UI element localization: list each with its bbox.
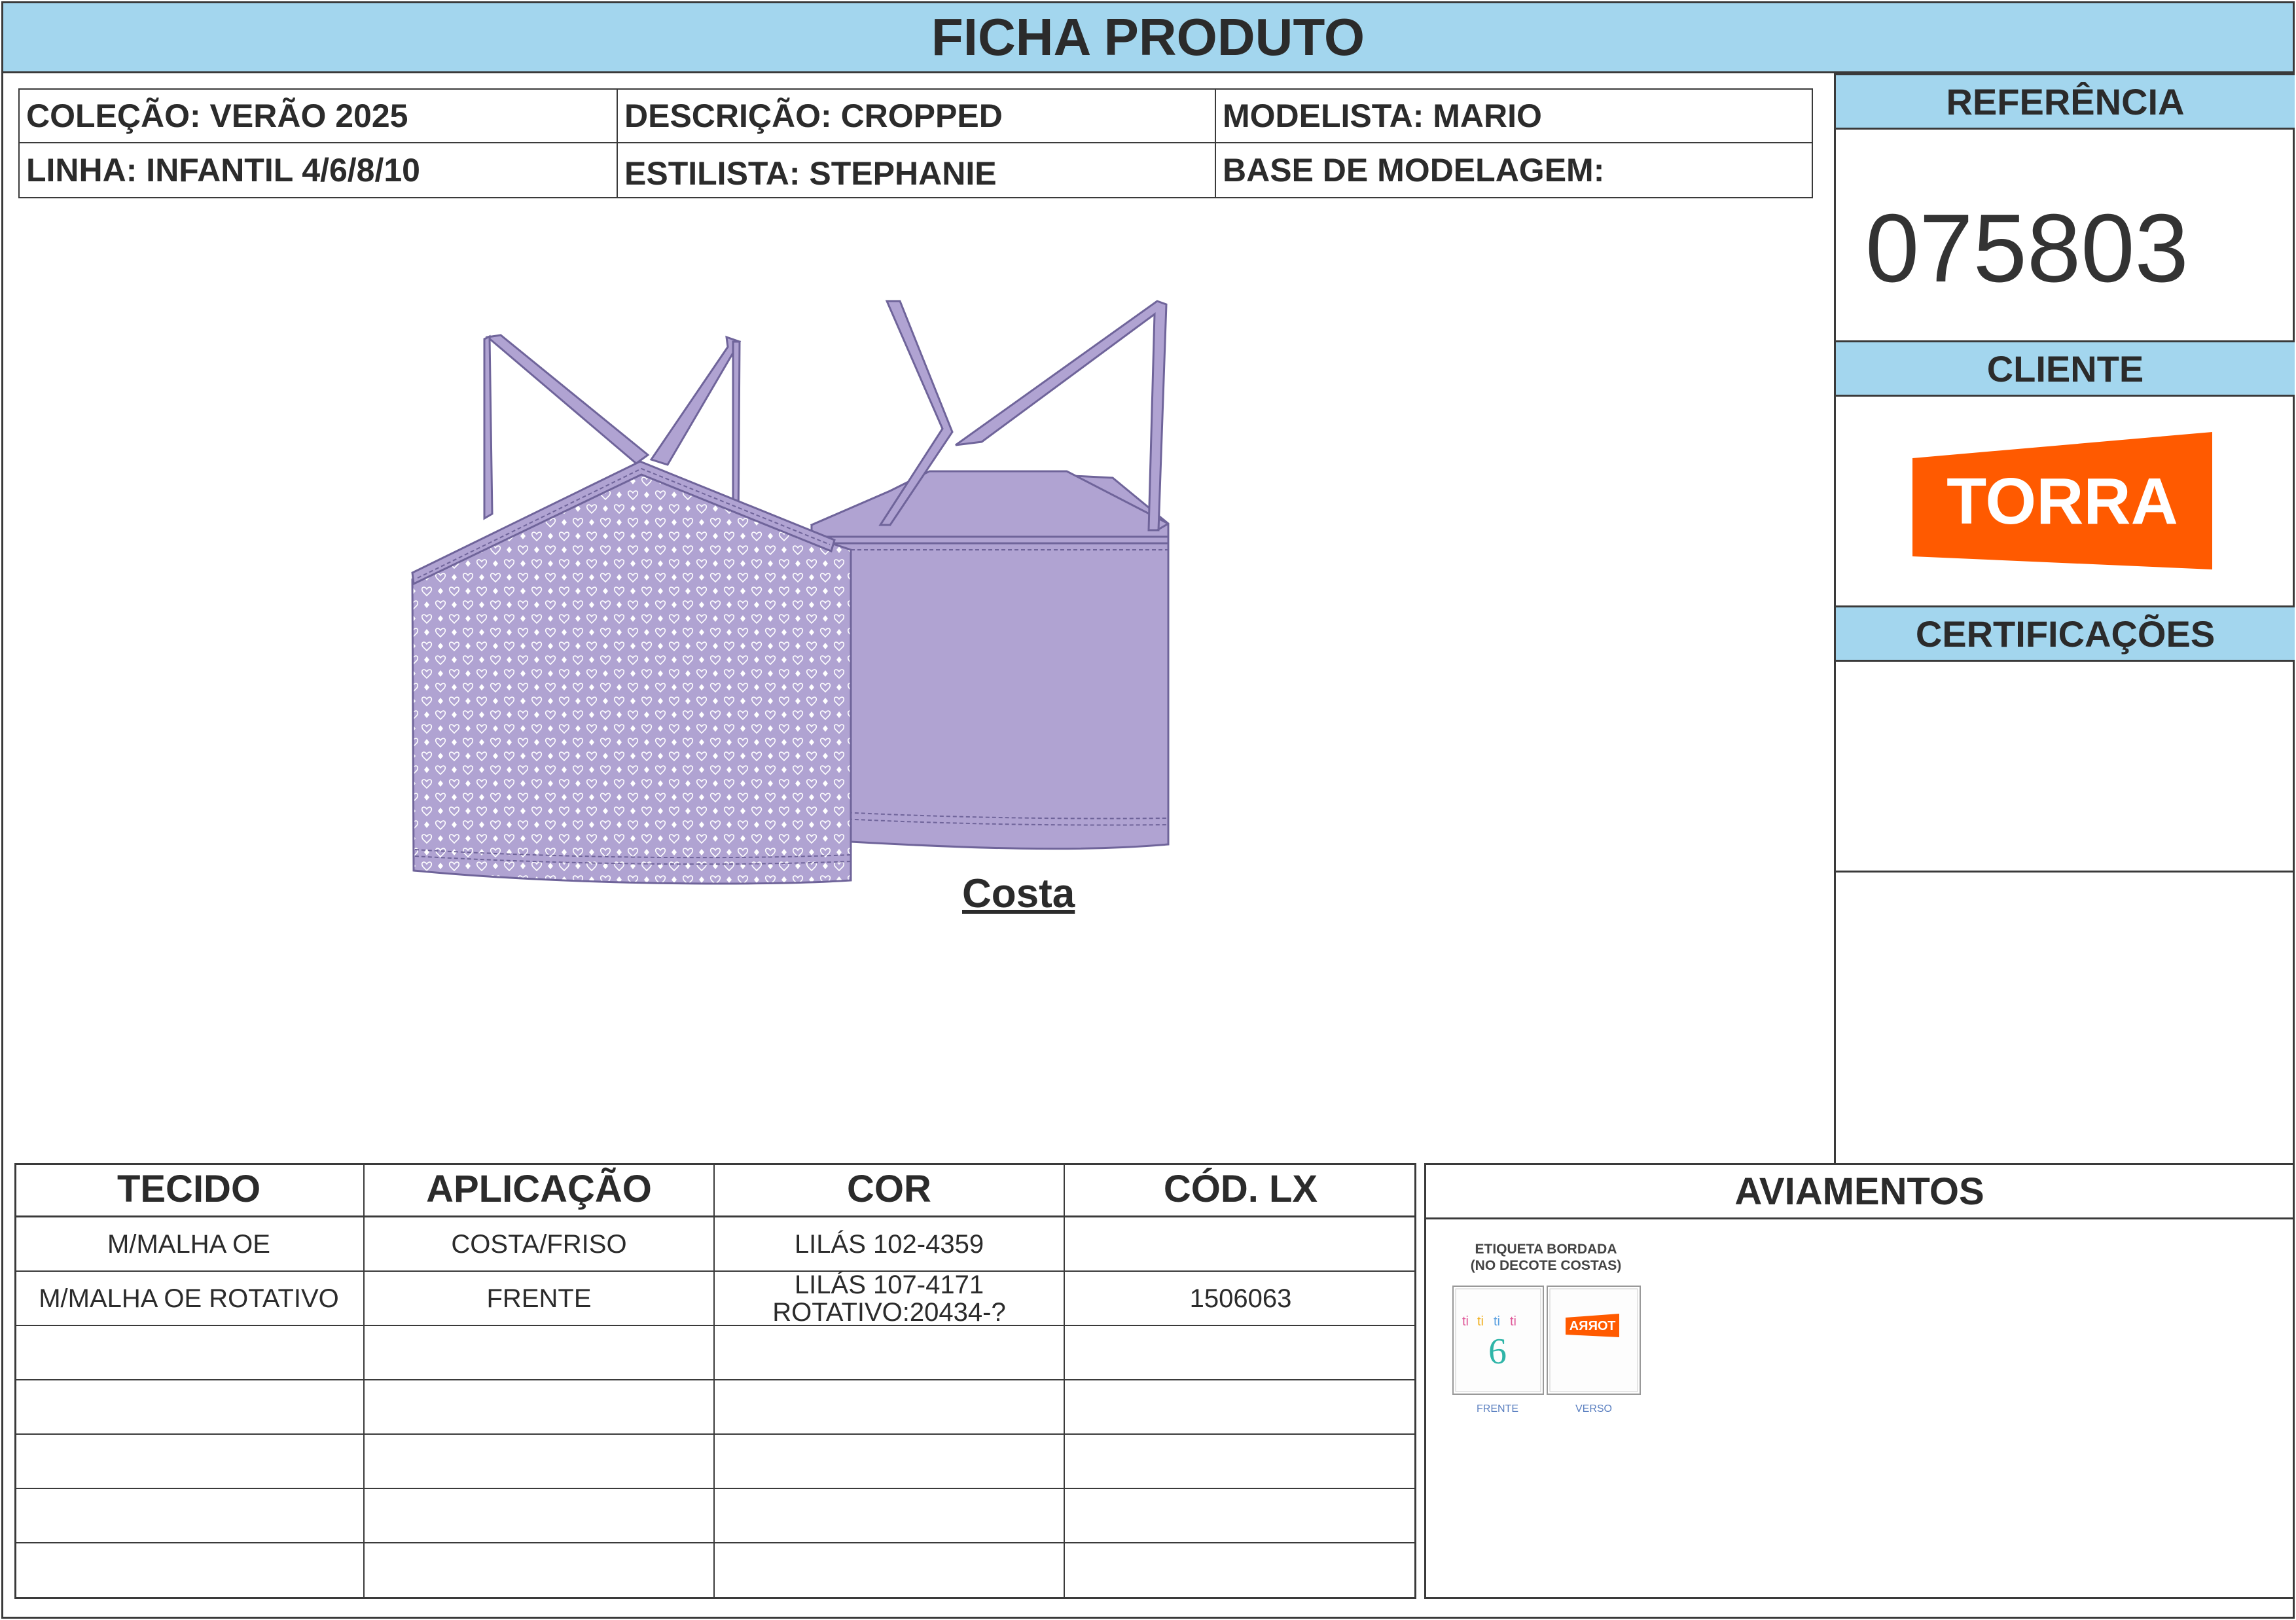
- materials-cell: [365, 1380, 715, 1435]
- materials-cell: [1065, 1543, 1416, 1598]
- header-aplicacao: APLICAÇÃO: [365, 1163, 715, 1217]
- materials-cell: [715, 1489, 1065, 1543]
- label-back: VERSO: [1575, 1403, 1612, 1414]
- materials-cell: [1065, 1380, 1416, 1435]
- materials-grid: TECIDO APLICAÇÃO COR CÓD. LX M/MALHA OE C…: [14, 1163, 1416, 1599]
- materials-cell: [14, 1380, 365, 1435]
- materials-cell: LILÁS 107-4171 ROTATIVO:20434-?: [715, 1271, 1065, 1326]
- header-tecido: TECIDO: [14, 1163, 365, 1217]
- page-title: FICHA PRODUTO: [1, 1, 2295, 73]
- garment-drawing: [411, 300, 1170, 885]
- back-view-label: Costa: [962, 871, 1075, 916]
- label-image: ETIQUETA BORDADA (NO DECOTE COSTAS) ti t…: [1452, 1242, 1641, 1414]
- materials-cell: [715, 1543, 1065, 1598]
- torra-logo: TORRA: [1912, 432, 2212, 569]
- referencia-number: 075803: [1865, 194, 2189, 302]
- materials-cell: COSTA/FRISO: [365, 1217, 715, 1272]
- aviamentos-header: AVIAMENTOS: [1424, 1163, 2295, 1219]
- materials-cell: [365, 1326, 715, 1380]
- materials-cell: [14, 1489, 365, 1543]
- cliente-header: CLIENTE: [1836, 340, 2295, 397]
- materials-cell: [715, 1380, 1065, 1435]
- materials-cell: [14, 1435, 365, 1489]
- svg-text:ti: ti: [1510, 1314, 1516, 1329]
- materials-cell: [365, 1489, 715, 1543]
- svg-text:ti: ti: [1494, 1314, 1500, 1329]
- materials-cell: [1065, 1435, 1416, 1489]
- materials-cell: [14, 1326, 365, 1380]
- info-colecao: COLEÇÃO: VERÃO 2025: [18, 88, 618, 143]
- materials-cell: [715, 1435, 1065, 1489]
- header-cor: COR: [715, 1163, 1065, 1217]
- info-descricao: DESCRIÇÃO: CROPPED: [617, 88, 1216, 143]
- certificacoes-header: CERTIFICAÇÕES: [1836, 605, 2295, 662]
- info-estilista: ESTILISTA: STEPHANIE: [617, 142, 1216, 198]
- materials-cell: 1506063: [1065, 1272, 1416, 1326]
- header-cod-lx: CÓD. LX: [1065, 1163, 1416, 1217]
- garment-front-view: [411, 334, 852, 885]
- materials-cell: LILÁS 102-4359: [715, 1217, 1065, 1272]
- label-front: FRENTE: [1477, 1403, 1518, 1414]
- svg-text:ti: ti: [1462, 1314, 1469, 1329]
- info-base-modelagem: BASE DE MODELAGEM:: [1215, 142, 1813, 198]
- materials-cell: [715, 1326, 1065, 1380]
- materials-cell: M/MALHA OE ROTATIVO: [14, 1272, 365, 1326]
- materials-cell: [1065, 1217, 1416, 1272]
- materials-cell: [1065, 1489, 1416, 1543]
- label-size: 6: [1488, 1331, 1507, 1372]
- referencia-header: REFERÊNCIA: [1836, 73, 2295, 130]
- materials-cell: FRENTE: [365, 1272, 715, 1326]
- materials-cell: [365, 1435, 715, 1489]
- label-title-1: ETIQUETA BORDADA: [1475, 1242, 1617, 1257]
- materials-cell: [1065, 1326, 1416, 1380]
- svg-text:ti: ti: [1477, 1314, 1484, 1329]
- info-modelista: MODELISTA: MARIO: [1215, 88, 1813, 143]
- materials-cell: M/MALHA OE: [14, 1217, 365, 1272]
- materials-cell: [365, 1543, 715, 1598]
- torra-logo-text: TORRA: [1946, 465, 2178, 538]
- materials-cell: [14, 1543, 365, 1598]
- label-logo: TORRA: [1570, 1319, 1616, 1333]
- label-title-2: (NO DECOTE COSTAS): [1471, 1258, 1622, 1273]
- garment-back-view: [810, 300, 1170, 850]
- certificacoes-divider: [1836, 871, 2295, 873]
- info-linha: LINHA: INFANTIL 4/6/8/10: [18, 142, 618, 198]
